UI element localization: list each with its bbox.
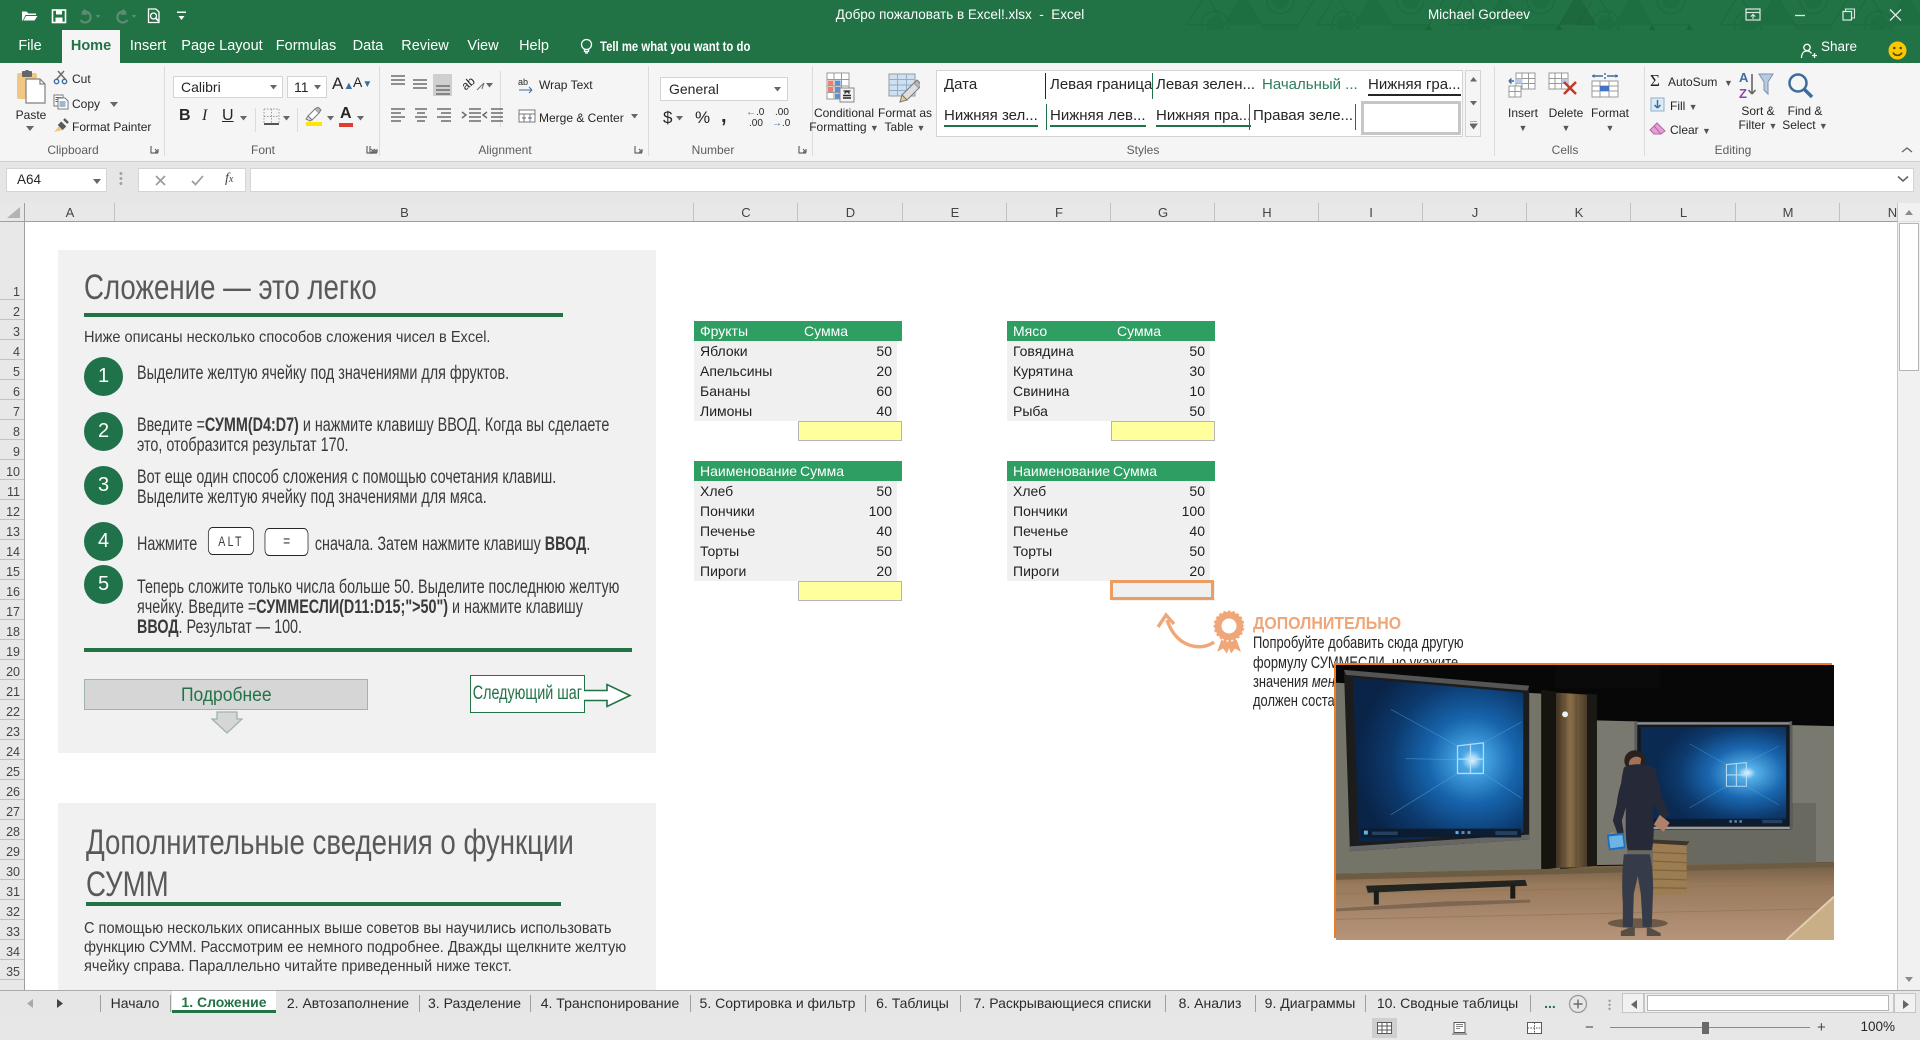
svg-text:ab: ab <box>463 76 478 93</box>
svg-text:ab: ab <box>518 77 528 87</box>
svg-text:Z: Z <box>1739 86 1747 100</box>
svg-text:A: A <box>1739 70 1749 85</box>
